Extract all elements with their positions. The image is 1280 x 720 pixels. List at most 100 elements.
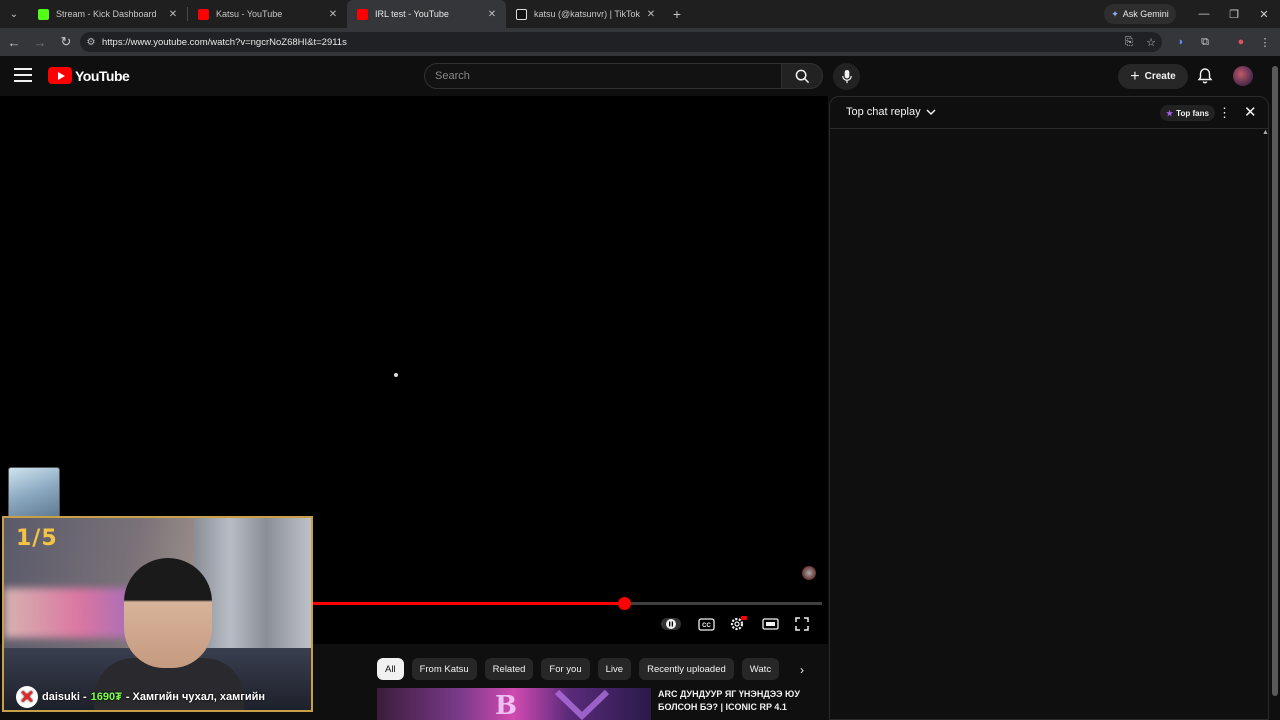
profile-extension-icon[interactable]: ●	[1230, 32, 1252, 52]
voice-search-button[interactable]	[833, 63, 860, 90]
related-filter-chips: All From Katsu Related For you Live Recently …	[377, 658, 780, 680]
tab-kick-dashboard[interactable]: Stream - Kick Dashboard ✕	[28, 0, 187, 28]
youtube-logo[interactable]: YouTube	[48, 67, 130, 84]
theater-mode-button[interactable]	[759, 616, 781, 632]
tab-title: Stream - Kick Dashboard	[56, 9, 157, 19]
overlay-counter: 1/5	[16, 526, 58, 551]
address-bar[interactable]: ⚙ https://www.youtube.com/watch?v=ngcrNo…	[80, 32, 1162, 52]
ask-gemini-button[interactable]: ✦ Ask Gemini	[1104, 4, 1176, 24]
tab-tiktok[interactable]: katsu (@katsunvr) | TikTok ✕	[506, 0, 665, 28]
donation-ticker: ✕ daisuki - 1690₮ - Хамгийн чухал, хамги…	[16, 686, 265, 708]
donation-x-icon: ✕	[16, 686, 38, 708]
donation-user: daisuki -	[42, 691, 87, 703]
youtube-favicon-icon	[357, 8, 368, 20]
progress-fill	[312, 602, 624, 605]
forward-arrow-icon[interactable]: →	[28, 30, 52, 54]
donation-message: - Хамгийн чухал, хамгийн	[125, 691, 266, 703]
svg-text:B: B	[495, 691, 517, 720]
chat-mode-dropdown[interactable]: Top chat replay	[846, 106, 936, 118]
tab-katsu-youtube[interactable]: Katsu - YouTube ✕	[188, 0, 347, 28]
plus-icon: +	[1130, 67, 1140, 85]
search-input[interactable]: Search	[424, 63, 782, 89]
extensions-puzzle-icon[interactable]: ⧉	[1194, 32, 1216, 52]
settings-button[interactable]	[727, 616, 749, 632]
chat-scroll-up-icon[interactable]: ▲	[1262, 129, 1269, 137]
top-fans-star-icon: ★	[1166, 108, 1174, 118]
chips-next-arrow-icon[interactable]: ›	[792, 660, 812, 680]
webcam-overlay: 1/5 ✕ daisuki - 1690₮ - Хамгийн чухал, х…	[2, 516, 313, 712]
url-text: https://www.youtube.com/watch?v=ngcrNoZ6…	[102, 36, 347, 48]
autoplay-toggle[interactable]	[660, 616, 682, 632]
close-window-icon[interactable]: ✕	[1248, 0, 1280, 28]
ask-gemini-label: Ask Gemini	[1122, 9, 1169, 19]
donation-amount: 1690₮	[90, 691, 122, 703]
filter-chip[interactable]: Recently uploaded	[639, 658, 734, 680]
tab-title: Katsu - YouTube	[216, 9, 283, 19]
filter-chip[interactable]: Live	[597, 658, 632, 680]
progress-bar[interactable]	[312, 597, 822, 610]
page-scrollbar-thumb[interactable]	[1272, 66, 1278, 696]
bookmark-star-icon[interactable]: ☆	[1140, 36, 1162, 49]
page-scrollbar[interactable]	[1270, 56, 1280, 720]
closed-captions-icon: CC	[697, 617, 715, 631]
search-icon	[795, 69, 809, 83]
recommended-video-title[interactable]: ARC ДУНДУУР ЯГ ҮНЭНДЭЭ ЮУ БОЛСОН БЭ? | I…	[658, 688, 818, 714]
overlay-thumbnail-image	[8, 467, 60, 519]
hamburger-menu-icon[interactable]	[14, 68, 32, 82]
autoplay-pause-icon	[661, 618, 681, 630]
tab-title: katsu (@katsunvr) | TikTok	[534, 9, 641, 19]
new-tab-button[interactable]: +	[665, 6, 689, 22]
tab-irl-test-youtube[interactable]: IRL test - YouTube ✕	[347, 0, 506, 28]
kick-favicon-icon	[38, 8, 49, 20]
youtube-header: YouTube Search + Create	[0, 56, 1280, 96]
subtitles-button[interactable]: CC	[695, 616, 717, 632]
chat-mode-label: Top chat replay	[846, 106, 921, 118]
recommended-video-thumbnail[interactable]: B	[377, 688, 651, 720]
chat-more-options-icon[interactable]: ⋮	[1218, 105, 1231, 121]
close-tab-icon[interactable]: ✕	[167, 9, 179, 20]
channel-watermark-icon[interactable]	[802, 566, 816, 580]
filter-chip[interactable]: For you	[541, 658, 590, 680]
microphone-icon	[841, 69, 852, 84]
top-fans-label: Top fans	[1176, 108, 1209, 118]
browser-menu-icon[interactable]: ⋮	[1254, 32, 1276, 52]
settings-gear-icon	[730, 616, 747, 631]
fullscreen-icon	[795, 617, 809, 631]
restore-window-icon[interactable]: ❐	[1218, 0, 1250, 28]
top-fans-button[interactable]: ★ Top fans	[1160, 105, 1215, 121]
tab-search-chevron-icon[interactable]: ⌄	[0, 0, 28, 28]
notifications-bell-icon[interactable]	[1196, 67, 1214, 85]
back-arrow-icon[interactable]: ←	[2, 30, 26, 54]
create-label: Create	[1144, 71, 1176, 82]
browser-tab-strip: ⌄ Stream - Kick Dashboard ✕ Katsu - YouT…	[0, 0, 1280, 28]
loading-spinner-icon	[394, 373, 398, 377]
search-button[interactable]	[781, 63, 823, 89]
filter-chip[interactable]: Related	[484, 658, 534, 680]
theater-mode-icon	[761, 618, 779, 630]
youtube-logo-text: YouTube	[75, 67, 130, 84]
tab-title: IRL test - YouTube	[375, 9, 449, 19]
filter-chip[interactable]: Watc	[741, 658, 780, 680]
filter-chip[interactable]: From Katsu	[411, 658, 477, 680]
close-chat-icon[interactable]: ✕	[1244, 103, 1257, 121]
chevron-down-icon	[926, 108, 936, 115]
create-button[interactable]: + Create	[1118, 64, 1188, 89]
minimize-window-icon[interactable]: —	[1188, 0, 1220, 28]
account-avatar[interactable]	[1233, 66, 1253, 86]
close-tab-icon[interactable]: ✕	[645, 9, 657, 20]
progress-scrubber-handle[interactable]	[617, 597, 631, 610]
streamer-head	[124, 558, 212, 668]
filter-chip[interactable]: All	[377, 658, 404, 680]
youtube-play-logo-icon	[48, 67, 72, 84]
extension-icon[interactable]: ◗	[1170, 32, 1192, 52]
close-tab-icon[interactable]: ✕	[486, 9, 498, 20]
reload-icon[interactable]: ↻	[54, 30, 78, 54]
gemini-sparkle-icon: ✦	[1111, 8, 1119, 19]
fullscreen-button[interactable]	[791, 616, 813, 632]
install-app-icon[interactable]: ⎘	[1118, 36, 1140, 49]
tiktok-favicon-icon	[516, 8, 527, 20]
svg-text:CC: CC	[702, 623, 711, 629]
chat-header: Top chat replay ★ Top fans ⋮ ✕	[830, 97, 1268, 129]
close-tab-icon[interactable]: ✕	[327, 9, 339, 20]
site-info-icon[interactable]: ⚙	[80, 37, 102, 48]
